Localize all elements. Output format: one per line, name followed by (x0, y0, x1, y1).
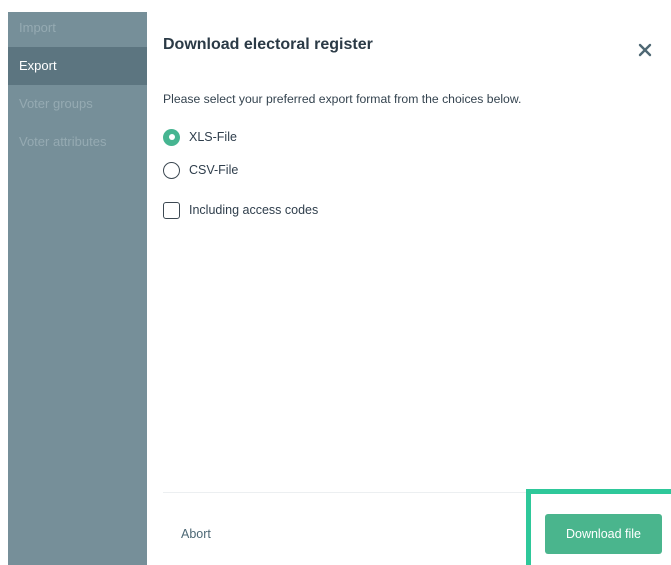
radio-label-xls: XLS-File (189, 130, 237, 144)
close-button[interactable] (633, 38, 657, 62)
close-icon[interactable] (633, 38, 657, 62)
include-access-codes-option[interactable]: Including access codes (163, 200, 318, 220)
radio-label-csv: CSV-File (189, 163, 239, 177)
include-access-codes-checkbox[interactable] (163, 201, 180, 219)
sidebar-item-export[interactable]: Export (8, 47, 147, 85)
radio-button-csv[interactable] (163, 161, 180, 179)
dialog-instructions: Please select your preferred export form… (163, 92, 522, 106)
sidebar-item-voter-groups[interactable]: Voter groups (8, 85, 147, 123)
sidebar-item-import[interactable]: Import (8, 9, 147, 47)
dialog-title: Download electoral register (163, 36, 373, 53)
sidebar: Import Export Voter groups Voter attribu… (8, 12, 147, 565)
radio-button-xls[interactable] (163, 128, 180, 146)
radio-option-csv[interactable]: CSV-File (163, 160, 238, 180)
include-access-codes-label: Including access codes (189, 203, 319, 217)
radio-option-xls[interactable]: XLS-File (163, 127, 237, 147)
sidebar-item-voter-attributes[interactable]: Voter attributes (8, 123, 147, 161)
abort-button[interactable]: Abort (181, 527, 211, 541)
download-file-button[interactable]: Download file (545, 514, 662, 554)
